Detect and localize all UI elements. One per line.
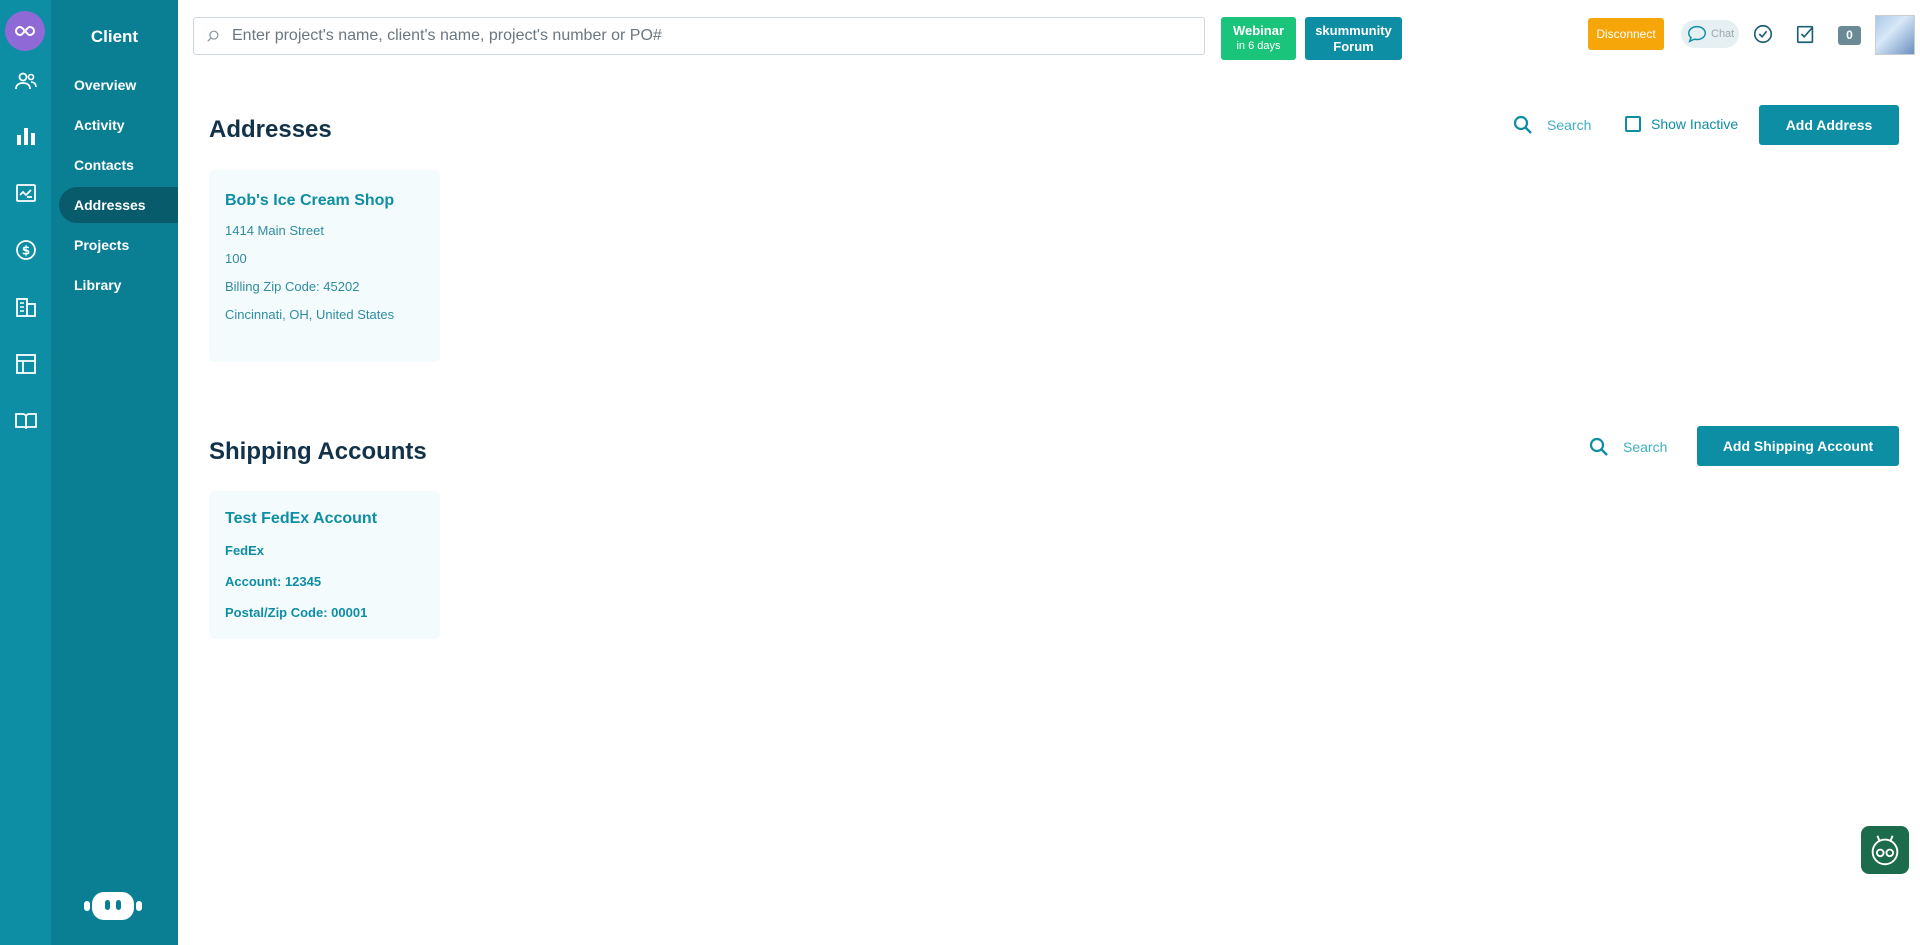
disconnect-button[interactable]: Disconnect [1588, 18, 1664, 50]
shipping-carrier: FedEx [225, 543, 265, 558]
shipping-accounts-heading: Shipping Accounts [209, 438, 427, 465]
avatar[interactable] [1875, 15, 1915, 55]
subnav-item-projects[interactable]: Projects [59, 227, 178, 263]
book-icon[interactable] [14, 409, 38, 433]
subnav-item-overview[interactable]: Overview [59, 67, 178, 103]
shipping-search[interactable]: Search [1589, 437, 1667, 457]
show-inactive-checkbox[interactable]: Show Inactive [1625, 116, 1738, 132]
webinar-label: Webinar [1232, 23, 1285, 38]
address-card[interactable]: Bob's Ice Cream Shop 1414 Main Street 10… [209, 170, 440, 362]
checkbox-box[interactable] [1625, 116, 1641, 132]
search-icon [1513, 115, 1532, 134]
addresses-heading: Addresses [209, 116, 332, 143]
search-input[interactable] [232, 27, 1192, 45]
dollar-icon[interactable]: $ [14, 238, 38, 262]
bar-chart-icon[interactable] [14, 124, 38, 148]
add-shipping-account-button[interactable]: Add Shipping Account [1697, 426, 1899, 466]
app-logo-icon[interactable] [5, 11, 45, 51]
forum-button[interactable]: skummunity Forum [1305, 17, 1402, 60]
webinar-button[interactable]: Webinar in 6 days [1221, 17, 1296, 60]
subnav-item-addresses[interactable]: Addresses [59, 187, 178, 223]
tasks-icon[interactable] [1795, 23, 1817, 45]
building-icon[interactable] [14, 295, 38, 319]
subnav-title: Client [90, 27, 139, 46]
address-line1: 1414 Main Street [225, 223, 325, 238]
address-city: Cincinnati, OH, United States [225, 307, 395, 322]
forum-label-line1: skummunity [1315, 23, 1392, 38]
assistant-bot-button[interactable] [1861, 826, 1909, 874]
search-icon [1589, 437, 1608, 456]
clock-check-icon[interactable] [1752, 23, 1774, 45]
addresses-search-label: Search [1547, 117, 1592, 133]
chat-label: Chat [1711, 28, 1735, 40]
shipping-account-name[interactable]: Test FedEx Account [225, 510, 377, 528]
addresses-search[interactable]: Search [1513, 115, 1591, 135]
chat-bubble-icon [1688, 25, 1706, 43]
shipping-search-label: Search [1623, 439, 1668, 455]
bot-icon[interactable] [82, 888, 144, 924]
subnav-item-library[interactable]: Library [59, 267, 178, 303]
report-icon[interactable] [14, 181, 38, 205]
address-card-name[interactable]: Bob's Ice Cream Shop [225, 192, 394, 210]
icon-rail: $ [0, 0, 51, 945]
svg-text:$: $ [22, 244, 30, 258]
add-address-button[interactable]: Add Address [1759, 105, 1899, 145]
notification-count-badge[interactable]: 0 [1838, 26, 1861, 45]
shipping-postal-code: Postal/Zip Code: 00001 [225, 605, 368, 620]
subnav-item-contacts[interactable]: Contacts [59, 147, 178, 183]
subnav-item-activity[interactable]: Activity [59, 107, 178, 143]
global-search[interactable] [193, 17, 1205, 55]
search-icon [206, 28, 222, 44]
layout-icon[interactable] [14, 352, 38, 376]
forum-label-line2: Forum [1333, 39, 1374, 54]
billing-zip: Billing Zip Code: 45202 [225, 279, 360, 294]
shipping-account-number: Account: 12345 [225, 574, 322, 589]
address-line2: 100 [225, 251, 247, 266]
chat-button[interactable]: Chat [1681, 20, 1739, 48]
webinar-countdown: in 6 days [1236, 40, 1281, 52]
client-subnav: Client Overview Activity Contacts Addres… [51, 0, 178, 945]
shipping-account-card[interactable]: Test FedEx Account FedEx Account: 12345 … [209, 491, 440, 639]
users-icon[interactable] [14, 69, 38, 93]
robot-icon [1871, 835, 1899, 866]
show-inactive-label: Show Inactive [1651, 116, 1739, 132]
